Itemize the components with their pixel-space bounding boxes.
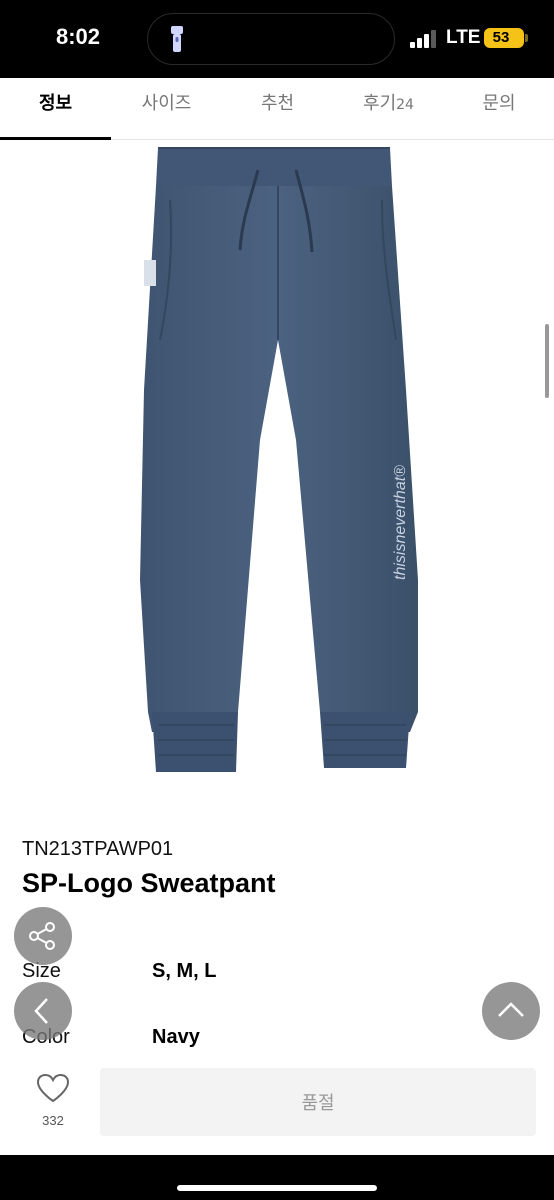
dynamic-island (147, 13, 395, 65)
back-button[interactable] (14, 982, 72, 1040)
battery-level: 53 (492, 29, 510, 46)
spec-color-value: Navy (152, 1026, 200, 1048)
tab-recommend[interactable]: 추천 (222, 78, 333, 140)
scroll-top-button[interactable] (482, 982, 540, 1040)
tab-info[interactable]: 정보 (0, 78, 111, 140)
tab-inquiry-label: 문의 (482, 93, 516, 114)
status-bar: 8:02 LTE 53 (0, 0, 554, 78)
tab-bar: 정보 사이즈 추천 후기24 문의 (0, 78, 554, 140)
network-type: LTE (446, 27, 481, 48)
tab-size[interactable]: 사이즈 (111, 78, 222, 140)
tab-recommend-label: 추천 (260, 93, 295, 114)
like-button[interactable]: 332 (22, 1073, 84, 1135)
scroll-indicator[interactable] (545, 324, 549, 398)
tab-size-label: 사이즈 (141, 93, 192, 114)
heart-icon (36, 1073, 70, 1103)
product-sku: TN213TPAWP01 (22, 838, 174, 860)
product-image: thisisneverthat® (140, 147, 418, 772)
home-bar-area (0, 1155, 554, 1200)
battery-cap (525, 34, 528, 42)
tab-reviews[interactable]: 후기24 (333, 78, 444, 140)
soldout-button[interactable]: 품절 (100, 1068, 536, 1136)
home-indicator[interactable] (177, 1185, 377, 1191)
status-time: 8:02 (56, 24, 101, 49)
active-tab-indicator (0, 137, 111, 140)
spec-size-value: S, M, L (152, 960, 217, 982)
like-count: 332 (42, 1113, 64, 1128)
brand-print: thisisneverthat® (392, 465, 409, 580)
share-icon (29, 922, 55, 950)
product-title: SP-Logo Sweatpant (22, 868, 276, 898)
tab-info-label: 정보 (38, 93, 73, 114)
tab-reviews-label: 후기 (363, 93, 397, 114)
chevron-left-icon (34, 998, 48, 1024)
cellular-signal-icon (410, 30, 436, 48)
battery-icon: 53 (484, 28, 524, 48)
chevron-up-icon (498, 1002, 524, 1017)
flashlight-icon (171, 26, 183, 52)
tab-inquiry[interactable]: 문의 (444, 78, 554, 140)
tab-reviews-count: 24 (396, 97, 414, 113)
product-detail-page: 정보 사이즈 추천 후기24 문의 thisisneverthat® TN213… (0, 78, 554, 1155)
share-button[interactable] (14, 907, 72, 965)
